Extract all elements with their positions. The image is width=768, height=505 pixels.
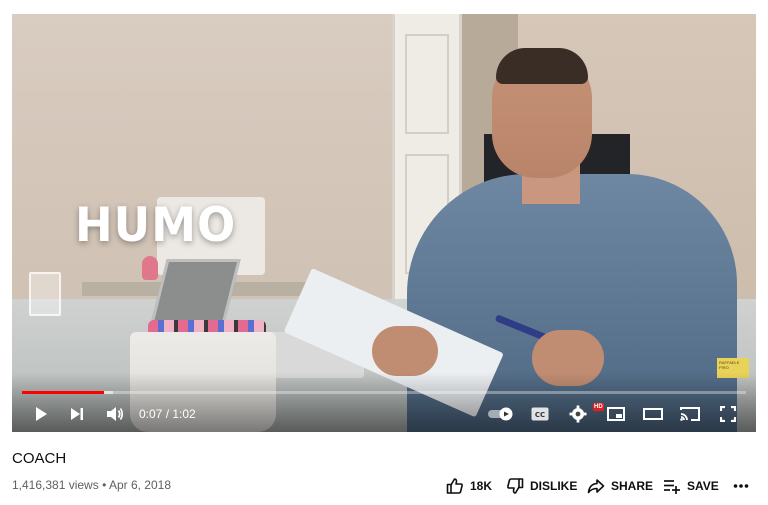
autoplay-toggle-icon bbox=[487, 407, 515, 421]
fullscreen-icon bbox=[720, 406, 736, 422]
share-button[interactable]: SHARE bbox=[587, 476, 653, 496]
video-title: COACH bbox=[12, 450, 67, 467]
progress-bar[interactable] bbox=[22, 391, 746, 394]
add-to-playlist-icon bbox=[663, 477, 681, 495]
more-horizontal-icon bbox=[733, 483, 749, 489]
time-separator: / bbox=[162, 407, 173, 421]
volume-button[interactable] bbox=[104, 402, 126, 426]
share-icon bbox=[587, 477, 605, 495]
like-count: 18K bbox=[470, 479, 493, 493]
cast-icon bbox=[680, 406, 700, 422]
next-icon bbox=[69, 406, 85, 422]
svg-text:CC: CC bbox=[535, 411, 545, 419]
gear-icon bbox=[569, 405, 587, 423]
video-overlay-text: HUMO bbox=[75, 196, 237, 253]
miniplayer-button[interactable] bbox=[605, 402, 627, 426]
dislike-button[interactable]: DISLIKE bbox=[506, 476, 577, 496]
dislike-label: DISLIKE bbox=[530, 479, 578, 493]
hd-badge: HD bbox=[593, 403, 604, 411]
volume-icon bbox=[106, 406, 124, 422]
play-button[interactable] bbox=[30, 402, 52, 426]
theater-mode-button[interactable] bbox=[642, 402, 664, 426]
miniplayer-icon bbox=[607, 407, 625, 421]
theater-mode-icon bbox=[643, 407, 663, 421]
more-actions-button[interactable] bbox=[733, 476, 749, 496]
time-total: 1:02 bbox=[172, 407, 196, 421]
progress-played bbox=[22, 391, 104, 394]
save-button[interactable]: SAVE bbox=[663, 476, 719, 496]
autoplay-toggle[interactable] bbox=[486, 402, 516, 426]
thumbs-down-icon bbox=[506, 477, 524, 495]
time-current: 0:07 bbox=[139, 407, 163, 421]
time-display: 0:07 / 1:02 bbox=[139, 407, 196, 421]
like-button[interactable]: 18K bbox=[446, 476, 492, 496]
captions-button[interactable]: CC bbox=[529, 402, 551, 426]
settings-button[interactable] bbox=[567, 402, 589, 426]
video-player[interactable]: RAFFAELE PIRO HUMO 0:07 / 1:02 CC HD bbox=[12, 14, 756, 432]
next-button[interactable] bbox=[66, 402, 88, 426]
save-label: SAVE bbox=[687, 479, 719, 493]
fullscreen-button[interactable] bbox=[717, 402, 739, 426]
cc-icon: CC bbox=[531, 407, 549, 421]
action-bar: 18K DISLIKE SHARE SAVE bbox=[0, 476, 768, 496]
share-label: SHARE bbox=[611, 479, 654, 493]
play-icon bbox=[33, 406, 49, 422]
cast-button[interactable] bbox=[679, 402, 701, 426]
thumbs-up-icon bbox=[446, 477, 464, 495]
